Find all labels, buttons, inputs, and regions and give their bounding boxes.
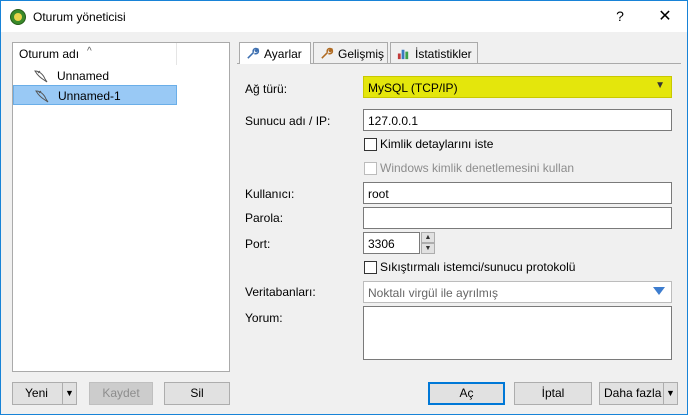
tab-settings-label: Ayarlar [264, 47, 302, 61]
close-button[interactable]: ✕ [643, 1, 687, 32]
more-button-label: Daha fazla [604, 386, 662, 400]
tree-item-unnamed[interactable]: Unnamed [13, 66, 177, 86]
title-bar: Oturum yöneticisi ? ✕ [1, 1, 687, 32]
tree-item-unnamed-1[interactable]: Unnamed-1 [13, 85, 177, 105]
tab-advanced-label: Gelişmiş [338, 47, 385, 61]
compression-checkbox[interactable] [364, 261, 377, 274]
help-button[interactable]: ? [597, 1, 643, 32]
user-value: root [368, 187, 389, 201]
tree-item-label: Unnamed-1 [58, 89, 121, 103]
windows-auth-label: Windows kimlik denetlemesini kullan [380, 161, 575, 175]
user-label: Kullanıcı: [245, 187, 295, 201]
dolphin-icon [35, 90, 49, 103]
session-tree[interactable]: Oturum adı ^ Unnamed Unnamed-1 [12, 42, 230, 372]
wrench-icon [321, 47, 334, 59]
dolphin-icon [34, 70, 48, 83]
app-logo-icon [10, 9, 26, 25]
windows-auth-checkbox[interactable] [364, 162, 377, 175]
chevron-down-icon: ▼ [655, 80, 665, 91]
comment-textarea[interactable] [363, 306, 672, 360]
network-type-label: Ağ türü: [245, 82, 288, 96]
password-input[interactable] [363, 207, 672, 229]
more-button[interactable]: Daha fazla ▼ [599, 382, 678, 405]
chevron-down-icon[interactable]: ▼ [663, 383, 677, 404]
tree-item-label: Unnamed [57, 69, 110, 83]
dropdown-arrow-icon[interactable] [653, 287, 665, 295]
user-input[interactable]: root [363, 182, 672, 204]
password-label: Parola: [245, 211, 284, 225]
port-label: Port: [245, 237, 271, 251]
delete-button[interactable]: Sil [164, 382, 230, 405]
prompt-credentials-checkbox[interactable] [364, 138, 377, 151]
bar-chart-icon [397, 49, 409, 60]
tab-settings[interactable]: Ayarlar [239, 42, 311, 64]
network-type-select[interactable]: MySQL (TCP/IP) ▼ [363, 76, 672, 98]
databases-input[interactable]: Noktalı virgül ile ayrılmış [363, 281, 672, 303]
compression-label: Sıkıştırmalı istemci/sunucu protokolü [380, 260, 576, 274]
chevron-down-icon[interactable]: ▼ [62, 383, 76, 404]
cancel-button[interactable]: İptal [514, 382, 592, 405]
port-input[interactable]: 3306 [363, 232, 420, 254]
host-label: Sunucu adı / IP: [245, 114, 331, 128]
port-increment-button[interactable]: ▲ [421, 232, 435, 243]
window-title: Oturum yöneticisi [33, 10, 126, 24]
sort-ascending-icon: ^ [87, 46, 92, 57]
tab-statistics-label: İstatistikler [415, 47, 472, 61]
tab-advanced[interactable]: Gelişmiş [313, 42, 388, 63]
open-button[interactable]: Aç [428, 382, 505, 405]
session-tree-header[interactable]: Oturum adı ^ [13, 43, 177, 65]
databases-placeholder: Noktalı virgül ile ayrılmış [368, 286, 499, 300]
session-name-column-label: Oturum adı [19, 47, 80, 61]
host-input[interactable]: 127.0.0.1 [363, 109, 672, 131]
tab-statistics[interactable]: İstatistikler [390, 42, 478, 63]
port-decrement-button[interactable]: ▼ [421, 243, 435, 254]
port-value: 3306 [368, 237, 395, 251]
network-type-value: MySQL (TCP/IP) [368, 81, 458, 95]
databases-label: Veritabanları: [245, 285, 316, 299]
new-button[interactable]: Yeni ▼ [12, 382, 77, 405]
new-button-label: Yeni [25, 386, 48, 400]
session-manager-window: Oturum yöneticisi ? ✕ Oturum adı ^ Unnam… [0, 0, 688, 415]
prompt-credentials-label: Kimlik detaylarını iste [380, 137, 494, 151]
save-button[interactable]: Kaydet [89, 382, 153, 405]
wrench-icon [247, 47, 260, 59]
comment-label: Yorum: [245, 311, 283, 325]
host-value: 127.0.0.1 [368, 114, 419, 128]
